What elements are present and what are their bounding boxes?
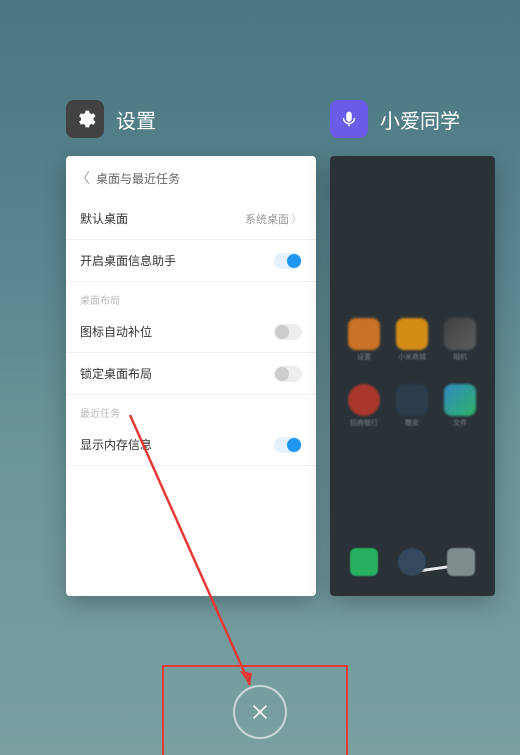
settings-app-icon xyxy=(66,100,104,138)
blurred-app-icon xyxy=(396,318,428,350)
row-label: 开启桌面信息助手 xyxy=(80,252,176,269)
blurred-app-icon xyxy=(348,384,380,416)
dock-phone-icon xyxy=(350,548,378,576)
section-header-recent: 最近任务 xyxy=(66,395,316,424)
toggle-lock-layout[interactable] xyxy=(274,366,302,382)
row-value: 系统桌面 〉 xyxy=(245,211,302,227)
row-auto-fill[interactable]: 图标自动补位 xyxy=(66,311,316,353)
blurred-app-label: 相机 xyxy=(444,352,476,362)
blurred-app-label: 文件 xyxy=(444,418,476,428)
recents-card-xiaoai[interactable]: 设置 小米商城 相机 招商银行 酷安 文件 xyxy=(330,156,495,596)
blurred-app-icon xyxy=(444,318,476,350)
gear-icon xyxy=(74,108,96,130)
blurred-app-label: 小米商城 xyxy=(396,352,428,362)
settings-app-header: 设置 xyxy=(66,100,156,138)
chevron-right-icon: 〉 xyxy=(291,211,302,227)
close-all-button[interactable] xyxy=(233,685,287,739)
toggle-show-memory[interactable] xyxy=(274,437,302,453)
row-label: 显示内存信息 xyxy=(80,436,152,453)
dock-home-icon xyxy=(398,548,426,576)
xiaoai-app-header: 小爱同学 xyxy=(330,100,460,138)
back-icon[interactable]: 〈 xyxy=(76,168,90,188)
settings-page-header: 〈 桌面与最近任务 xyxy=(66,156,316,198)
row-lock-layout[interactable]: 锁定桌面布局 xyxy=(66,353,316,395)
dock-area xyxy=(330,542,495,582)
row-default-launcher[interactable]: 默认桌面 系统桌面 〉 xyxy=(66,198,316,240)
xiaoai-card-content: 设置 小米商城 相机 招商银行 酷安 文件 xyxy=(330,156,495,596)
blurred-app-icon xyxy=(348,318,380,350)
dock-app-icon xyxy=(447,548,475,576)
toggle-info-assistant[interactable] xyxy=(274,253,302,269)
row-label: 默认桌面 xyxy=(80,210,128,227)
blurred-app-label: 酷安 xyxy=(396,418,428,428)
blurred-app-label: 设置 xyxy=(348,352,380,362)
xiaoai-app-title: 小爱同学 xyxy=(380,105,460,134)
toggle-auto-fill[interactable] xyxy=(274,324,302,340)
settings-page-title: 桌面与最近任务 xyxy=(96,170,180,187)
row-show-memory[interactable]: 显示内存信息 xyxy=(66,424,316,466)
microphone-icon xyxy=(338,108,360,130)
xiaoai-app-icon xyxy=(330,100,368,138)
close-icon xyxy=(250,702,270,722)
blurred-app-icon xyxy=(444,384,476,416)
settings-app-title: 设置 xyxy=(116,105,156,134)
row-info-assistant[interactable]: 开启桌面信息助手 xyxy=(66,240,316,282)
blurred-app-icon xyxy=(396,384,428,416)
row-label: 锁定桌面布局 xyxy=(80,365,152,382)
row-label: 图标自动补位 xyxy=(80,323,152,340)
blurred-app-label: 招商银行 xyxy=(348,418,380,428)
recents-card-settings[interactable]: 〈 桌面与最近任务 默认桌面 系统桌面 〉 开启桌面信息助手 桌面布局 图标自动… xyxy=(66,156,316,596)
section-header-layout: 桌面布局 xyxy=(66,282,316,311)
